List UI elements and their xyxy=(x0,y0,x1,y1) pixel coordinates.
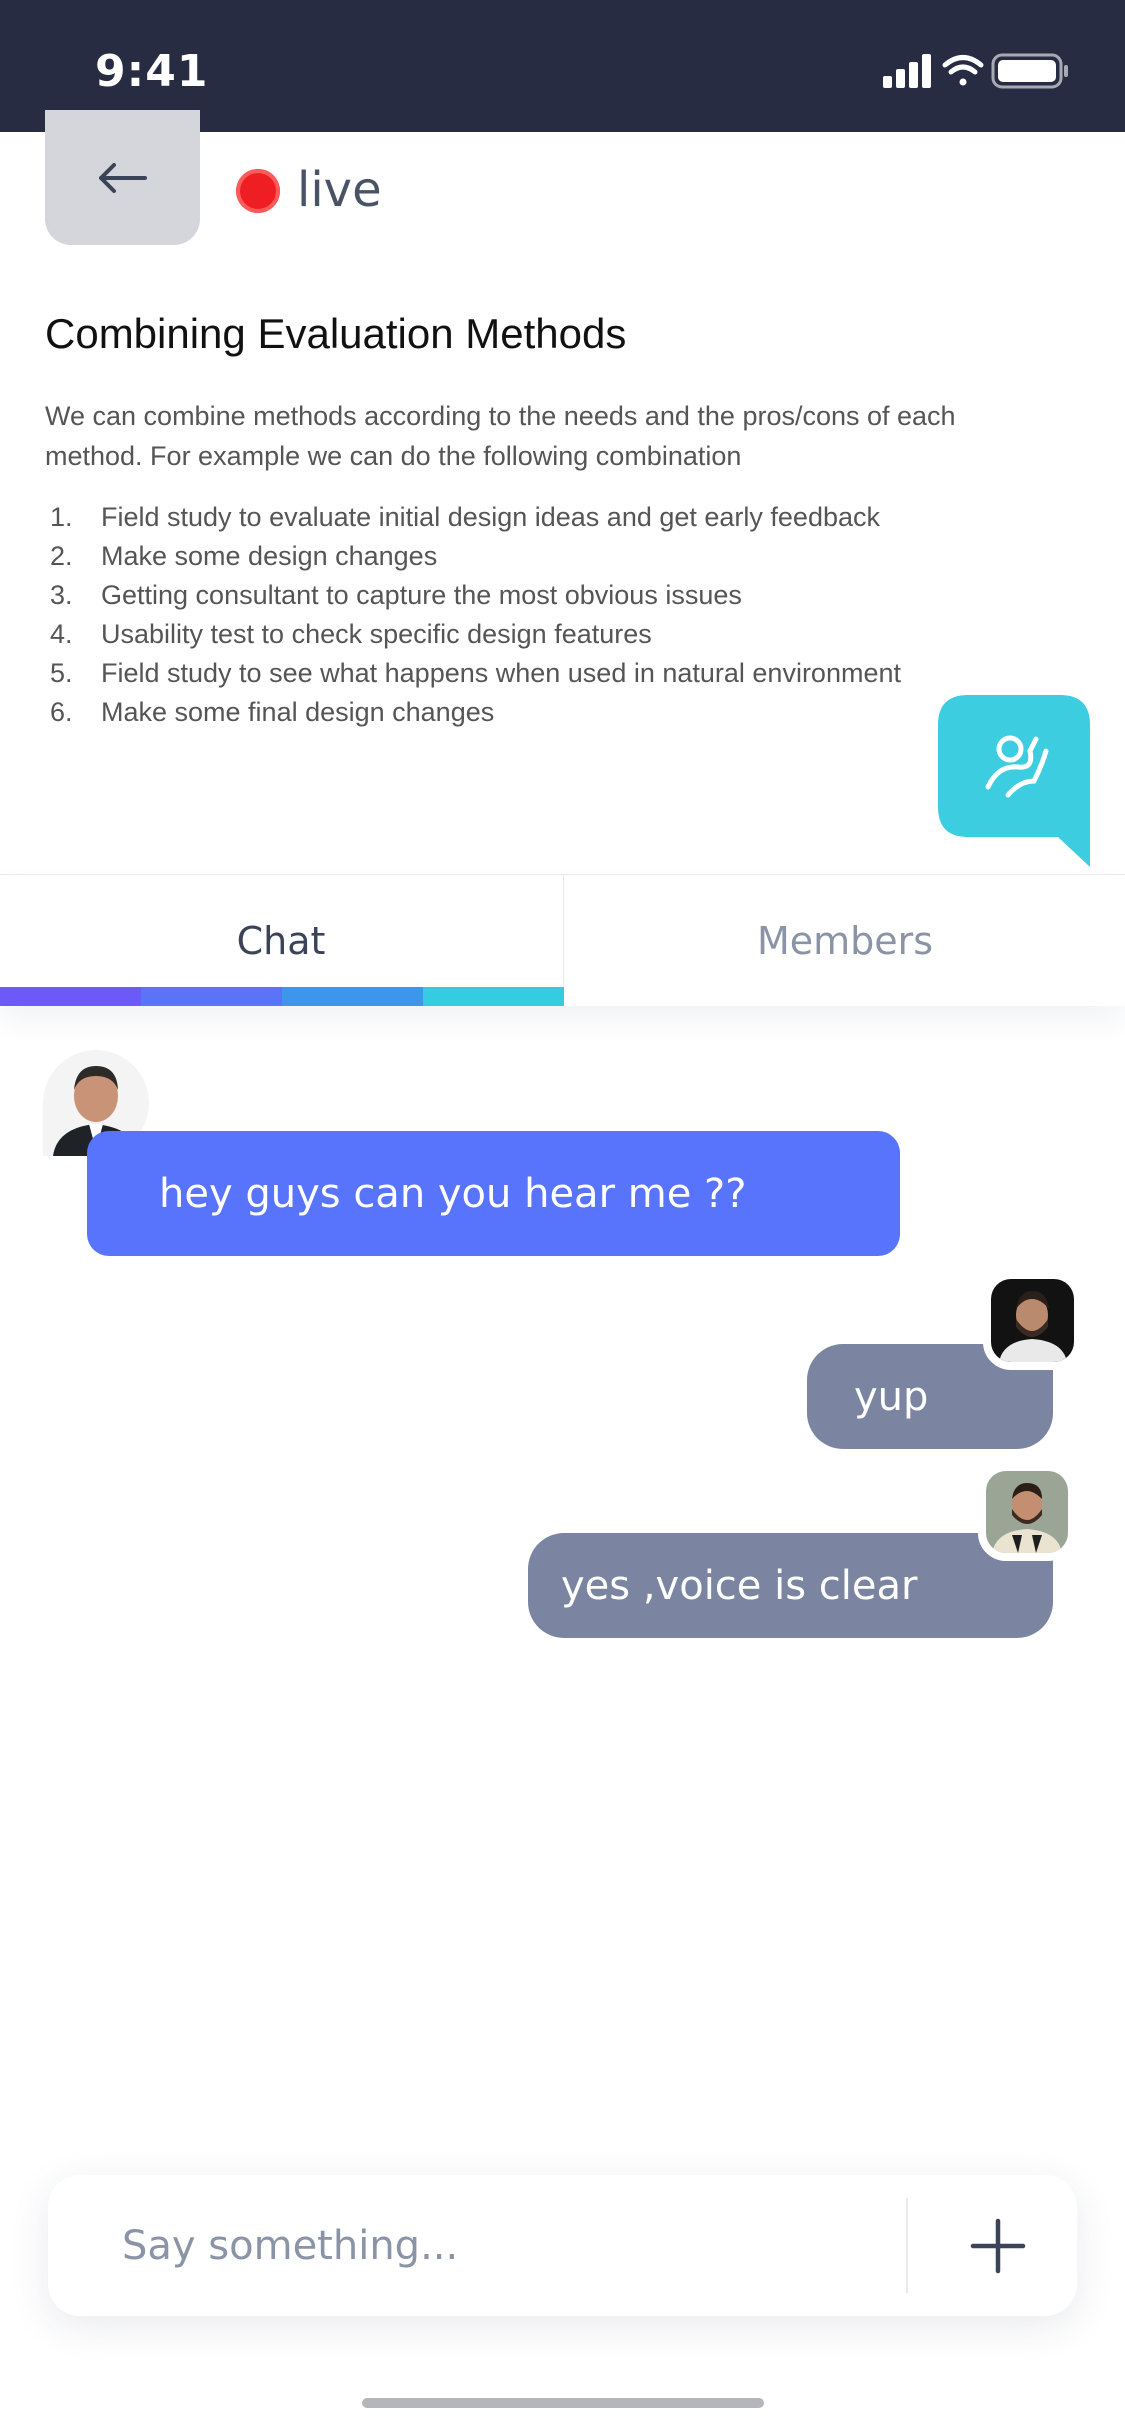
arrow-left-icon xyxy=(99,163,147,193)
slide-intro: We can combine methods according to the … xyxy=(45,401,956,471)
slide-title: Combining Evaluation Methods xyxy=(45,310,627,357)
message-composer xyxy=(48,2175,1077,2316)
plus-icon xyxy=(970,2218,1026,2274)
back-button[interactable] xyxy=(45,110,200,245)
list-item: 4. Usability test to check specific desig… xyxy=(50,619,652,649)
slide-list: 1. Field study to evaluate initial design… xyxy=(45,498,901,732)
wifi-icon xyxy=(942,55,984,86)
live-indicator-dot xyxy=(236,169,280,213)
battery-icon xyxy=(991,53,1068,89)
tab-members[interactable]: Members xyxy=(563,875,1125,1006)
tab-bar: Chat Members xyxy=(0,874,1125,1006)
signal-icon xyxy=(883,54,931,88)
list-item: 1. Field study to evaluate initial design… xyxy=(50,502,880,532)
live-label: live xyxy=(297,162,382,218)
list-item: 6. Make some final design changes xyxy=(50,697,495,727)
active-tab-indicator xyxy=(0,987,564,1006)
chat-message: yes ,voice is clear xyxy=(528,1533,1053,1638)
list-item: 3. Getting consultant to capture the most… xyxy=(50,580,742,610)
list-item: 2. Make some design changes xyxy=(50,541,438,571)
chat-message: hey guys can you hear me ?? xyxy=(87,1131,900,1256)
message-input[interactable] xyxy=(120,2205,924,2287)
status-time: 9:41 xyxy=(95,46,209,97)
list-item: 5. Field study to see what happens when u… xyxy=(50,658,901,688)
status-icons xyxy=(883,52,1083,97)
home-indicator xyxy=(362,2398,764,2408)
avatar xyxy=(983,1271,1082,1370)
raise-hand-button[interactable] xyxy=(938,695,1090,867)
composer-divider xyxy=(906,2198,908,2293)
add-button[interactable] xyxy=(963,2211,1033,2281)
avatar xyxy=(978,1463,1076,1561)
